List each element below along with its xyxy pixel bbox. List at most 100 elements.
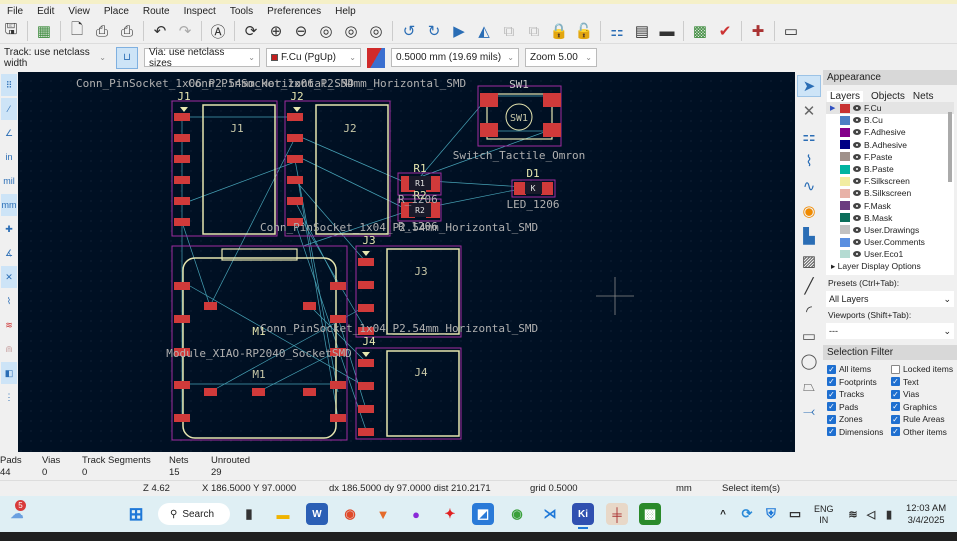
layer-row-f-mask[interactable]: F.Mask	[826, 200, 954, 212]
polar-coords-icon[interactable]: ∠	[1, 122, 17, 144]
angle-snap-icon[interactable]: ∡	[1, 242, 17, 264]
menu-file[interactable]: File	[0, 4, 30, 19]
layer-color-swatch[interactable]	[840, 237, 850, 247]
file-explorer-icon[interactable]: ▬	[272, 503, 294, 525]
checkbox-icon[interactable]: ✓	[827, 414, 836, 424]
checkbox-icon[interactable]: ✓	[827, 377, 836, 386]
layer-row-b-paste[interactable]: B.Paste	[826, 163, 954, 175]
task-view-icon[interactable]: ▮	[238, 503, 260, 525]
visibility-eye-icon[interactable]	[853, 153, 861, 160]
zoom-selection-icon[interactable]: ◎	[365, 20, 387, 42]
checkbox-icon[interactable]: ✓	[891, 402, 900, 411]
lock-icon[interactable]: 🔒	[548, 20, 570, 42]
tune-length-icon[interactable]: ∿	[797, 175, 821, 197]
track-width-select[interactable]: Track: use netclass width ⌄	[0, 47, 110, 69]
schematic-editor-icon[interactable]: ╪	[606, 503, 628, 525]
layer-row-f-silkscreen[interactable]: F.Silkscreen	[826, 175, 954, 187]
units-mm-button[interactable]: mm	[1, 194, 17, 216]
layer-row-b-silkscreen[interactable]: B.Silkscreen	[826, 187, 954, 199]
visibility-eye-icon[interactable]	[853, 129, 861, 136]
filter-zones-checkbox[interactable]: ✓ Zones	[827, 414, 891, 424]
firefox-icon[interactable]: ●	[405, 503, 427, 525]
language-indicator[interactable]: ENG IN	[814, 504, 834, 526]
filter-dimensions-checkbox[interactable]: ✓ Dimensions	[827, 427, 891, 437]
plot-icon[interactable]: ⎙	[116, 20, 138, 42]
layer-list-scrollbar[interactable]	[948, 112, 952, 182]
python-console-icon[interactable]: ▭	[780, 20, 802, 42]
gitlab-icon[interactable]: ▼	[372, 503, 394, 525]
layer-color-swatch[interactable]	[840, 188, 850, 198]
layer-row-b-mask[interactable]: B.Mask	[826, 212, 954, 224]
search-box[interactable]: ⚲ Search	[158, 503, 230, 525]
checkbox-icon[interactable]: ✓	[827, 364, 836, 374]
layer-color-swatch[interactable]	[840, 164, 850, 174]
layer-color-swatch[interactable]	[840, 115, 850, 125]
filter-vias-checkbox[interactable]: ✓ Vias	[891, 389, 955, 399]
layer-color-swatch[interactable]	[840, 249, 850, 258]
via-size-select[interactable]: Via: use netclass sizes ⌄	[144, 47, 260, 69]
unlock-icon[interactable]: 🔓	[573, 20, 595, 42]
defender-icon[interactable]: ⛨	[760, 503, 782, 525]
tab-layers[interactable]: Layers	[827, 91, 864, 102]
draw-line-icon[interactable]: ╱	[797, 275, 821, 297]
checkbox-icon[interactable]	[891, 364, 900, 374]
zoom-objects-icon[interactable]: ◎	[340, 20, 362, 42]
menu-place[interactable]: Place	[97, 4, 136, 19]
menu-inspect[interactable]: Inspect	[177, 4, 223, 19]
draw-arc-icon[interactable]: ◜	[797, 300, 821, 322]
menu-help[interactable]: Help	[328, 4, 363, 19]
grid-dots-icon[interactable]: ⠿	[1, 74, 17, 96]
layer-row-user-drawings[interactable]: User.Drawings	[826, 224, 954, 236]
curved-ratsnest-icon[interactable]: ⌇	[1, 290, 17, 312]
visibility-eye-icon[interactable]	[853, 166, 861, 173]
menu-tools[interactable]: Tools	[223, 4, 260, 19]
zoom-select[interactable]: Zoom 5.00 ⌄	[525, 48, 597, 67]
menu-route[interactable]: Route	[136, 4, 177, 19]
chrome-profile-icon[interactable]: ◉	[506, 503, 528, 525]
layer-color-swatch[interactable]	[840, 225, 850, 235]
draw-circle-icon[interactable]: ◯	[797, 350, 821, 372]
rule-area-icon[interactable]: ▨	[797, 250, 821, 272]
print-icon[interactable]: ⎙	[91, 20, 113, 42]
add-zone-icon[interactable]: ▙	[797, 225, 821, 247]
checkbox-icon[interactable]: ✓	[891, 377, 900, 386]
grid-overrides-icon[interactable]: ⁄	[1, 98, 17, 120]
menu-view[interactable]: View	[61, 4, 97, 19]
board-view[interactable]: J1 J1 J2 J2 SW1 SW1 Switch_Tactile_Omron…	[18, 72, 795, 452]
filter-rule-areas-checkbox[interactable]: ✓ Rule Areas	[891, 414, 955, 424]
filter-pads-checkbox[interactable]: ✓ Pads	[827, 402, 891, 412]
dimension-icon[interactable]: ⤙	[797, 400, 821, 422]
net-colors-icon[interactable]: ≋	[1, 314, 17, 336]
layer-row-f-cu[interactable]: ▶ F.Cu	[826, 102, 954, 115]
kicad-icon[interactable]: Ki	[572, 503, 594, 525]
footprint-browser-icon[interactable]: ▬	[656, 20, 678, 42]
units-mil-button[interactable]: mil	[1, 170, 17, 192]
scripting-icon[interactable]: ▩	[689, 20, 711, 42]
undo-icon[interactable]: ↶	[149, 20, 171, 42]
filter-other-items-checkbox[interactable]: ✓ Other items	[891, 427, 955, 437]
start-icon[interactable]: ⊞	[125, 503, 147, 525]
layer-row-user-eco1[interactable]: User.Eco1	[826, 248, 954, 258]
sync-icon[interactable]: ⟳	[736, 503, 758, 525]
grid-select[interactable]: 0.5000 mm (19.69 mils) ⌄	[391, 48, 519, 67]
layer-color-swatch[interactable]	[840, 140, 850, 150]
presets-select[interactable]: All Layers ⌄	[826, 291, 954, 307]
app-icon[interactable]: ✦	[439, 503, 461, 525]
layer-color-swatch[interactable]	[840, 152, 850, 162]
visibility-eye-icon[interactable]	[853, 214, 861, 221]
local-ratsnest-icon[interactable]: ✕	[797, 100, 821, 122]
pcb-editor-icon[interactable]: ▩	[639, 503, 661, 525]
visibility-eye-icon[interactable]	[853, 239, 861, 246]
board-setup-icon[interactable]: ▦	[33, 20, 55, 42]
save-icon[interactable]: 🖫	[0, 20, 22, 42]
pcb-canvas[interactable]: J1 J1 J2 J2 SW1 SW1 Switch_Tactile_Omron…	[18, 72, 795, 452]
units-inch-button[interactable]: in	[1, 146, 17, 168]
checkbox-icon[interactable]: ✓	[891, 427, 900, 436]
zoom-out-icon[interactable]: ⊖	[290, 20, 312, 42]
battery-icon[interactable]: ▮	[878, 503, 900, 525]
add-footprint-icon[interactable]: ⚏	[797, 125, 821, 147]
ungroup-icon[interactable]: ⧉	[523, 20, 545, 42]
layer-color-swatch[interactable]	[840, 201, 850, 211]
zoom-in-icon[interactable]: ⊕	[265, 20, 287, 42]
tray-chevron-icon[interactable]: ^	[712, 503, 734, 525]
